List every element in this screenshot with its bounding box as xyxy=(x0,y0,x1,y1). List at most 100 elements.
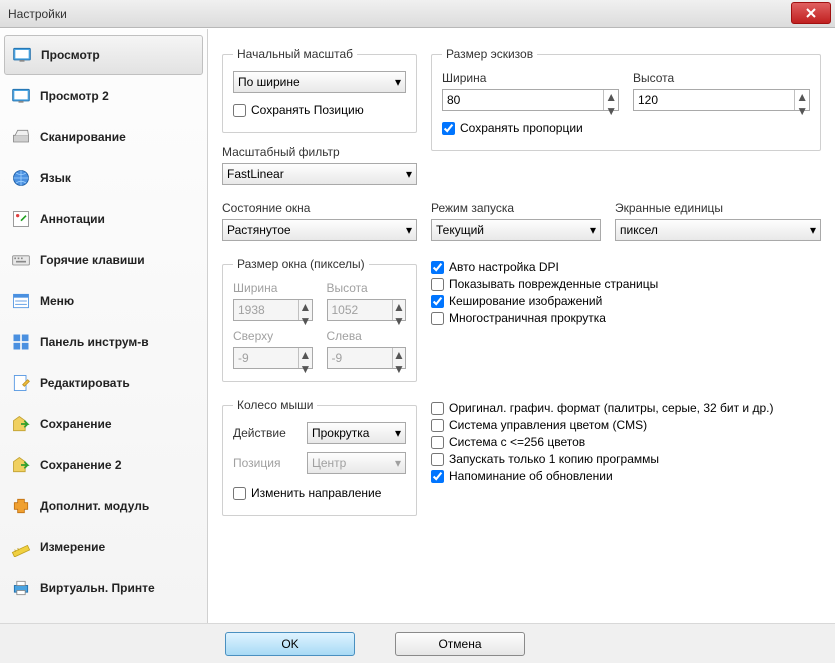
window-size-legend: Размер окна (пикселы) xyxy=(233,257,369,271)
scale-filter-label: Масштабный фильтр xyxy=(222,145,417,159)
plugin-icon xyxy=(10,495,32,517)
titlebar: Настройки xyxy=(0,0,835,28)
sidebar-item-scan[interactable]: Сканирование xyxy=(4,117,203,157)
auto-dpi-checkbox[interactable]: Авто настройка DPI xyxy=(431,260,821,274)
thumb-width-label: Ширина xyxy=(442,71,619,85)
window-state-label: Состояние окна xyxy=(222,201,417,215)
globe-icon xyxy=(10,167,32,189)
mouse-wheel-legend: Колесо мыши xyxy=(233,398,317,412)
cache-images-checkbox[interactable]: Кеширование изображений xyxy=(431,294,821,308)
sidebar-label: Горячие клавиши xyxy=(40,253,145,267)
winsize-height-input: ▲▼ xyxy=(327,299,407,321)
chevron-down-icon: ▾ xyxy=(406,223,412,237)
sidebar-item-edit[interactable]: Редактировать xyxy=(4,363,203,403)
thumb-size-legend: Размер эскизов xyxy=(442,47,537,61)
printer-icon xyxy=(10,577,32,599)
sidebar-item-language[interactable]: Язык xyxy=(4,158,203,198)
cancel-button[interactable]: Отмена xyxy=(395,632,525,656)
chevron-down-icon: ▾ xyxy=(395,426,401,440)
scanner-icon xyxy=(10,126,32,148)
initial-scale-legend: Начальный масштаб xyxy=(233,47,357,61)
wheel-action-select[interactable]: Прокрутка▾ xyxy=(307,422,406,444)
start-mode-label: Режим запуска xyxy=(431,201,601,215)
close-button[interactable] xyxy=(791,2,831,24)
save-icon xyxy=(10,454,32,476)
winsize-top-input: ▲▼ xyxy=(233,347,313,369)
update-reminder-checkbox[interactable]: Напоминание об обновлении xyxy=(431,469,821,483)
sidebar-label: Виртуальн. Принте xyxy=(40,581,155,595)
monitor-icon xyxy=(10,85,32,107)
footer: OK Отмена xyxy=(0,623,835,663)
scale-filter-select[interactable]: FastLinear▾ xyxy=(222,163,417,185)
sidebar-item-view2[interactable]: Просмотр 2 xyxy=(4,76,203,116)
menu-icon xyxy=(10,290,32,312)
keep-ratio-checkbox[interactable]: Сохранять пропорции xyxy=(442,121,810,135)
sidebar-item-toolbar[interactable]: Панель инструм-в xyxy=(4,322,203,362)
sidebar-label: Аннотации xyxy=(40,212,105,226)
keyboard-icon xyxy=(10,249,32,271)
thumb-height-input[interactable]: ▲▼ xyxy=(633,89,810,111)
window-state-select[interactable]: Растянутое▾ xyxy=(222,219,417,241)
screen-units-select[interactable]: пиксел▾ xyxy=(615,219,821,241)
winsize-width-label: Ширина xyxy=(233,281,313,295)
window-title: Настройки xyxy=(8,7,67,21)
main-panel: Начальный масштаб По ширине▾ Сохранять П… xyxy=(208,29,835,623)
content: Просмотр Просмотр 2 Сканирование Язык Ан… xyxy=(0,28,835,623)
reverse-direction-checkbox[interactable]: Изменить направление xyxy=(233,486,406,500)
wheel-action-label: Действие xyxy=(233,426,293,440)
chevron-down-icon: ▾ xyxy=(395,75,401,89)
cms-checkbox[interactable]: Система управления цветом (CMS) xyxy=(431,418,821,432)
sidebar-label: Дополнит. модуль xyxy=(40,499,149,513)
sidebar-label: Просмотр xyxy=(41,48,100,62)
chevron-down-icon: ▾ xyxy=(590,223,596,237)
sidebar-label: Редактировать xyxy=(40,376,130,390)
sidebar: Просмотр Просмотр 2 Сканирование Язык Ан… xyxy=(0,29,208,623)
sidebar-item-menu[interactable]: Меню xyxy=(4,281,203,321)
sidebar-item-save[interactable]: Сохранение xyxy=(4,404,203,444)
initial-scale-select[interactable]: По ширине▾ xyxy=(233,71,406,93)
sidebar-item-plugin[interactable]: Дополнит. модуль xyxy=(4,486,203,526)
sidebar-label: Меню xyxy=(40,294,74,308)
winsize-top-label: Сверху xyxy=(233,329,313,343)
sidebar-label: Язык xyxy=(40,171,71,185)
ok-button[interactable]: OK xyxy=(225,632,355,656)
save-icon xyxy=(10,413,32,435)
screen-units-label: Экранные единицы xyxy=(615,201,821,215)
start-mode-select[interactable]: Текущий▾ xyxy=(431,219,601,241)
mouse-wheel-group: Колесо мыши Действие Прокрутка▾ Позиция … xyxy=(222,398,417,516)
thumb-width-input[interactable]: ▲▼ xyxy=(442,89,619,111)
sidebar-item-annotations[interactable]: Аннотации xyxy=(4,199,203,239)
annotation-icon xyxy=(10,208,32,230)
save-position-checkbox[interactable]: Сохранять Позицию xyxy=(233,103,406,117)
window-size-group: Размер окна (пикселы) Ширина ▲▼ Высота ▲… xyxy=(222,257,417,382)
wheel-position-label: Позиция xyxy=(233,456,293,470)
multipage-scroll-checkbox[interactable]: Многостраничная прокрутка xyxy=(431,311,821,325)
ruler-icon xyxy=(10,536,32,558)
sidebar-item-view[interactable]: Просмотр xyxy=(4,35,203,75)
sidebar-item-save2[interactable]: Сохранение 2 xyxy=(4,445,203,485)
sidebar-label: Панель инструм-в xyxy=(40,335,149,349)
winsize-left-input: ▲▼ xyxy=(327,347,407,369)
sidebar-label: Сохранение 2 xyxy=(40,458,122,472)
grid-icon xyxy=(10,331,32,353)
sidebar-label: Просмотр 2 xyxy=(40,89,109,103)
sidebar-item-measure[interactable]: Измерение xyxy=(4,527,203,567)
le256-checkbox[interactable]: Система с <=256 цветов xyxy=(431,435,821,449)
sidebar-item-hotkeys[interactable]: Горячие клавиши xyxy=(4,240,203,280)
winsize-left-label: Слева xyxy=(327,329,407,343)
monitor-icon xyxy=(11,44,33,66)
sidebar-label: Сохранение xyxy=(40,417,112,431)
sidebar-label: Измерение xyxy=(40,540,105,554)
winsize-width-input: ▲▼ xyxy=(233,299,313,321)
chevron-down-icon: ▾ xyxy=(810,223,816,237)
single-instance-checkbox[interactable]: Запускать только 1 копию программы xyxy=(431,452,821,466)
orig-format-checkbox[interactable]: Оригинал. графич. формат (палитры, серые… xyxy=(431,401,821,415)
chevron-down-icon: ▾ xyxy=(406,167,412,181)
sidebar-item-printer[interactable]: Виртуальн. Принте xyxy=(4,568,203,608)
show-damaged-checkbox[interactable]: Показывать поврежденные страницы xyxy=(431,277,821,291)
initial-scale-group: Начальный масштаб По ширине▾ Сохранять П… xyxy=(222,47,417,133)
wheel-position-select: Центр▾ xyxy=(307,452,406,474)
winsize-height-label: Высота xyxy=(327,281,407,295)
thumb-size-group: Размер эскизов Ширина ▲▼ Высота ▲▼ Сохра… xyxy=(431,47,821,151)
chevron-down-icon: ▾ xyxy=(395,456,401,470)
